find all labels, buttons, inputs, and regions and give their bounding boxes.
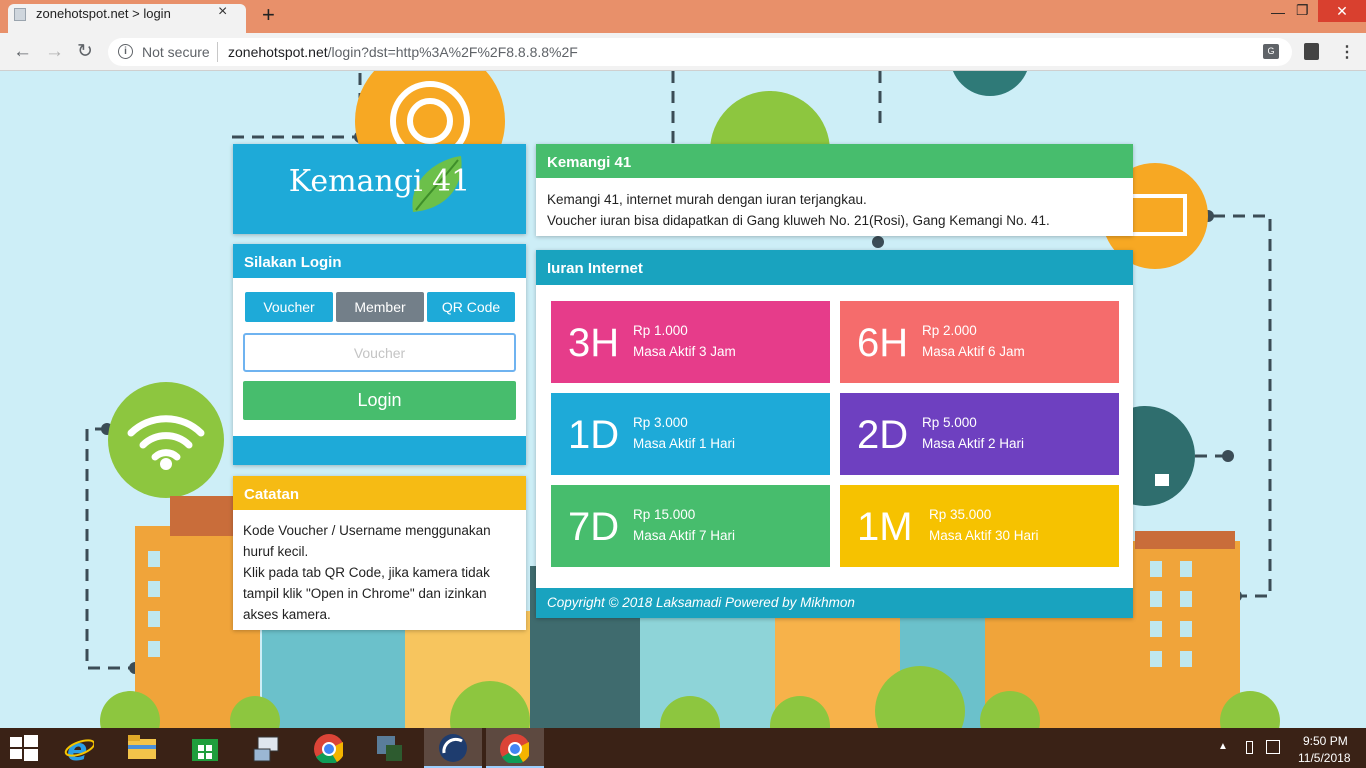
- remote-tool-icon[interactable]: [374, 733, 404, 763]
- plan-card-7d[interactable]: 7D Rp 15.000 Masa Aktif 7 Hari: [551, 485, 830, 567]
- plan-code: 7D: [568, 505, 620, 549]
- translate-icon[interactable]: G: [1263, 44, 1279, 59]
- new-tab-button[interactable]: +: [262, 3, 275, 27]
- plan-code: 2D: [857, 413, 909, 457]
- plan-desc: Masa Aktif 1 Hari: [633, 436, 736, 451]
- tray-expand-icon[interactable]: ▲: [1218, 741, 1228, 752]
- plan-desc: Masa Aktif 30 Hari: [929, 528, 1039, 543]
- battery-icon[interactable]: [1246, 741, 1253, 754]
- svg-text:e: e: [67, 733, 87, 763]
- store-icon[interactable]: [190, 733, 220, 763]
- plan-code: 3H: [568, 321, 620, 365]
- rates-title: Iuran Internet: [536, 250, 1133, 285]
- url-text[interactable]: zonehotspot.net/login?dst=http%3A%2F%2F8…: [228, 44, 578, 60]
- network-icon[interactable]: [1266, 740, 1280, 754]
- notes-title: Catatan: [233, 476, 526, 510]
- tab-qr-code-label: QR Code: [441, 299, 501, 315]
- windows-start-icon[interactable]: [10, 735, 40, 765]
- info-line: Voucher iuran bisa didapatkan di Gang kl…: [547, 213, 1050, 228]
- winbox-icon[interactable]: [438, 733, 468, 763]
- tab-member[interactable]: Member: [336, 292, 424, 322]
- notes-body: Kode Voucher / Username menggunakan huru…: [233, 510, 526, 625]
- plan-code: 6H: [857, 321, 909, 365]
- notes-line: Kode Voucher / Username menggunakan huru…: [243, 523, 491, 559]
- back-button[interactable]: ←: [13, 41, 32, 63]
- plan-price: Rp 1.000: [633, 323, 688, 338]
- tab-voucher[interactable]: Voucher: [245, 292, 333, 322]
- plan-price: Rp 35.000: [929, 507, 992, 522]
- notes-panel: Catatan Kode Voucher / Username mengguna…: [233, 476, 526, 630]
- network-tool-icon[interactable]: [252, 733, 282, 763]
- tab-close-icon[interactable]: ×: [218, 3, 227, 21]
- plan-card-2d[interactable]: 2D Rp 5.000 Masa Aktif 2 Hari: [840, 393, 1119, 475]
- info-body: Kemangi 41, internet murah dengan iuran …: [536, 178, 1133, 231]
- notes-line: Klik pada tab QR Code, jika kamera tidak…: [243, 565, 490, 622]
- clock-date[interactable]: 11/5/2018: [1298, 751, 1351, 765]
- url-host: zonehotspot.net: [228, 44, 328, 60]
- reload-button[interactable]: ↻: [77, 41, 93, 63]
- page-favicon-icon: [14, 8, 26, 21]
- plan-desc: Masa Aktif 2 Hari: [922, 436, 1025, 451]
- forward-button[interactable]: →: [45, 41, 64, 63]
- plan-price: Rp 2.000: [922, 323, 977, 338]
- plan-card-6h[interactable]: 6H Rp 2.000 Masa Aktif 6 Jam: [840, 301, 1119, 383]
- url-divider: [217, 42, 218, 62]
- plan-price: Rp 15.000: [633, 507, 696, 522]
- plan-desc: Masa Aktif 3 Jam: [633, 344, 736, 359]
- plan-desc: Masa Aktif 6 Jam: [922, 344, 1025, 359]
- voucher-input[interactable]: [243, 333, 516, 372]
- plan-code: 1M: [857, 505, 913, 549]
- info-line: Kemangi 41, internet murah dengan iuran …: [547, 192, 867, 207]
- plan-desc: Masa Aktif 7 Hari: [633, 528, 736, 543]
- plan-card-1d[interactable]: 1D Rp 3.000 Masa Aktif 1 Hari: [551, 393, 830, 475]
- clock-time[interactable]: 9:50 PM: [1303, 734, 1348, 748]
- window-maximize-button[interactable]: ❐: [1296, 2, 1309, 19]
- login-button[interactable]: Login: [243, 381, 516, 420]
- chrome-icon[interactable]: [313, 733, 343, 763]
- tab-qr-code[interactable]: QR Code: [427, 292, 515, 322]
- file-explorer-icon[interactable]: [126, 733, 156, 763]
- internet-explorer-icon[interactable]: e: [64, 733, 94, 763]
- logo-text: Kemangi 41: [288, 164, 471, 199]
- browser-menu-icon[interactable]: ⋮: [1339, 42, 1355, 62]
- plan-code: 1D: [568, 413, 620, 457]
- plan-card-1m[interactable]: 1M Rp 35.000 Masa Aktif 30 Hari: [840, 485, 1119, 567]
- window-close-button[interactable]: ✕: [1318, 0, 1366, 22]
- tab-title: zonehotspot.net > login: [36, 6, 171, 21]
- login-panel-footer: [233, 436, 526, 465]
- tab-voucher-label: Voucher: [263, 299, 315, 315]
- window-minimize-button[interactable]: —: [1271, 4, 1285, 20]
- url-path: /login?dst=http%3A%2F%2F8.8.8.8%2F: [327, 44, 578, 60]
- info-icon[interactable]: i: [118, 44, 133, 59]
- login-title: Silakan Login: [233, 244, 526, 278]
- plan-price: Rp 5.000: [922, 415, 977, 430]
- plan-card-3h[interactable]: 3H Rp 1.000 Masa Aktif 3 Jam: [551, 301, 830, 383]
- info-panel: Kemangi 41 Kemangi 41, internet murah de…: [536, 144, 1133, 236]
- extension-icon[interactable]: [1304, 43, 1319, 60]
- chrome-active-icon[interactable]: [499, 733, 529, 763]
- info-title: Kemangi 41: [536, 144, 1133, 178]
- copyright-footer: Copyright © 2018 Laksamadi Powered by Mi…: [536, 588, 1133, 618]
- logo-panel: Kemangi 41: [233, 144, 526, 234]
- tab-member-label: Member: [354, 299, 406, 315]
- security-label[interactable]: Not secure: [142, 44, 210, 60]
- rates-panel: Iuran Internet 3H Rp 1.000 Masa Aktif 3 …: [536, 250, 1133, 618]
- plan-price: Rp 3.000: [633, 415, 688, 430]
